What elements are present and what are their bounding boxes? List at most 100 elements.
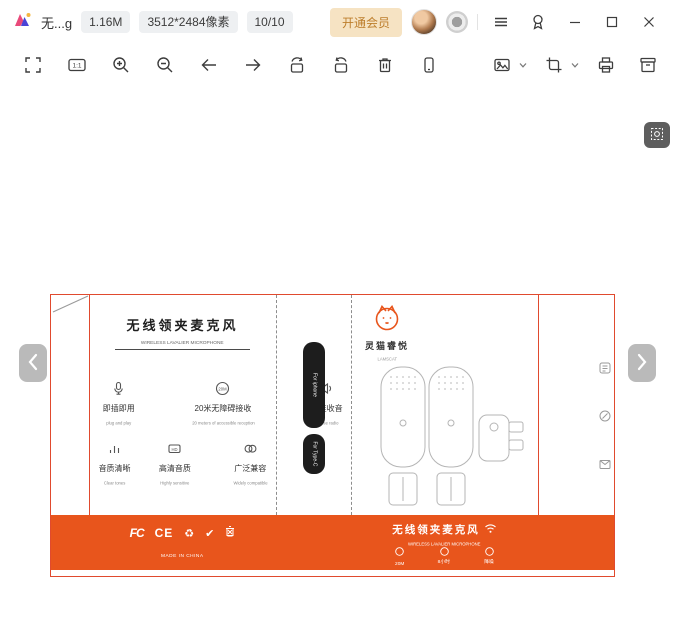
feature-item: 20M 20米无障碍接收 20 meters of accessible rec…: [149, 381, 298, 426]
range-20m-icon: 20M: [215, 381, 230, 401]
front-panel: 无线领夹麦克风 WIRELESS LAVALIER MICROPHONE 即插即…: [89, 295, 343, 515]
phone-transfer-button[interactable]: [414, 48, 444, 82]
fcc-mark: FC: [129, 526, 145, 540]
zoom-in-icon: [111, 55, 131, 75]
one-to-one-icon: 1:1: [67, 55, 87, 75]
crop-dropdown[interactable]: [539, 48, 579, 82]
feature-item: HD 高清音质 Highly sensitive: [140, 441, 209, 486]
microphone-icon: [111, 381, 126, 401]
fullscreen-icon: [23, 55, 43, 75]
prev-image-overlay-button[interactable]: [19, 344, 47, 382]
sound-wave-icon: [107, 441, 122, 461]
spine-label-bottom: For Type-C: [311, 441, 317, 467]
strip-cert-section: FC CE ♻ ✔ MADE IN CHINA: [89, 515, 276, 570]
chevron-right-icon: [636, 353, 648, 374]
badge-circle-icon: [395, 547, 404, 556]
feature-item: 即插即用 plug and play: [89, 381, 149, 426]
open-membership-button[interactable]: 开通会员: [329, 7, 402, 37]
actual-size-button[interactable]: 1:1: [62, 48, 92, 82]
toolbar-right-group: [487, 48, 663, 82]
title-underline: [115, 349, 250, 350]
pin-ribbon-button[interactable]: [524, 8, 552, 36]
badge-item: 20M: [390, 547, 409, 566]
side-cert-icon-2: [567, 409, 643, 423]
close-icon: [642, 15, 656, 29]
recycle-icon: ♻: [184, 527, 195, 540]
title-bar: 无...g 1.16M 3512*2484像素 10/10 开通会员: [0, 0, 675, 44]
compatibility-icon: [243, 441, 258, 461]
wifi-icon: [484, 523, 497, 537]
titlebar-divider: [477, 14, 478, 30]
spine-label-top: For iphone: [311, 373, 317, 397]
file-size-badge: 1.16M: [81, 11, 131, 33]
spine-bar-top: For iphone: [303, 342, 325, 428]
minimize-button[interactable]: [561, 8, 589, 36]
image-edit-icon: [487, 48, 517, 82]
certification-marks: FC CE ♻ ✔: [89, 524, 276, 542]
made-in-label: MADE IN CHINA: [161, 553, 204, 559]
product-title-en: WIRELESS LAVALIER MICROPHONE: [141, 340, 224, 346]
screenshot-icon: [650, 127, 664, 144]
print-button[interactable]: [591, 48, 621, 82]
zoom-in-button[interactable]: [106, 48, 136, 82]
feature-row-2: 音质清晰 Clear tones HD 高清音质 Highly sensitiv…: [89, 441, 276, 486]
ce-mark: CE: [154, 526, 174, 540]
weee-bin-icon: [225, 524, 235, 542]
arrow-right-icon: [243, 55, 263, 75]
svg-text:HD: HD: [172, 447, 178, 452]
badge-item: 8小时: [431, 547, 457, 564]
toolbar: 1:1: [0, 44, 675, 86]
next-image-button[interactable]: [238, 48, 268, 82]
archive-box-icon: [638, 55, 658, 75]
packaging-dieline-image: 无线领夹麦克风 WIRELESS LAVALIER MICROPHONE 即插即…: [50, 294, 615, 577]
grey-circle-icon[interactable]: [446, 11, 468, 33]
zoom-out-icon: [155, 55, 175, 75]
chevron-down-icon: [519, 56, 527, 74]
viewer-canvas: 无线领夹麦克风 WIRELESS LAVALIER MICROPHONE 即插即…: [0, 86, 675, 629]
crop-icon: [539, 48, 569, 82]
rotate-right-icon: [331, 55, 351, 75]
dimensions-badge: 3512*2484像素: [139, 11, 238, 33]
toolbar-left-group: 1:1: [18, 48, 444, 82]
maximize-icon: [605, 15, 619, 29]
ribbon-icon: [529, 13, 547, 31]
maximize-button[interactable]: [598, 8, 626, 36]
minimize-icon: [568, 15, 582, 29]
previous-image-button[interactable]: [194, 48, 224, 82]
badge-circle-icon: [439, 547, 449, 556]
arrow-left-icon: [199, 55, 219, 75]
trash-icon: [375, 55, 395, 75]
feature-item: 音质清晰 Clear tones: [89, 441, 140, 486]
close-button[interactable]: [635, 8, 663, 36]
microphones-illustration: [380, 366, 524, 506]
strip-title-section: 无线领夹麦克风 WIRELESS LAVALIER MICROPHONE 20M: [351, 515, 538, 570]
strip-product-title: 无线领夹麦克风: [351, 522, 538, 537]
user-avatar[interactable]: [411, 9, 437, 35]
delete-button[interactable]: [370, 48, 400, 82]
flap-cut-line: [52, 295, 89, 313]
rotate-right-button[interactable]: [326, 48, 356, 82]
rotate-left-button[interactable]: [282, 48, 312, 82]
svg-text:20M: 20M: [219, 386, 228, 391]
spine-bar-bottom: For Type-C: [303, 434, 325, 474]
hd-quality-icon: HD: [167, 441, 182, 461]
badge-circle-icon: [484, 547, 494, 556]
next-image-overlay-button[interactable]: [628, 344, 656, 382]
chevron-down-icon: [571, 56, 579, 74]
phone-transfer-icon: [419, 55, 439, 75]
rotate-left-icon: [287, 55, 307, 75]
image-counter-badge: 10/10: [246, 11, 293, 33]
image-edit-dropdown[interactable]: [487, 48, 527, 82]
zoom-out-button[interactable]: [150, 48, 180, 82]
screenshot-tool-button[interactable]: [644, 122, 670, 148]
save-archive-button[interactable]: [633, 48, 663, 82]
side-cert-icon-3: [567, 457, 643, 471]
fullscreen-button[interactable]: [18, 48, 48, 82]
hamburger-icon: [493, 14, 509, 30]
strip-feature-badges: 20M 8小时 降噪: [351, 547, 538, 566]
badge-item: 降噪: [479, 547, 499, 564]
feature-item: 广泛兼容 Widely compatible: [210, 441, 291, 486]
chevron-left-icon: [27, 353, 39, 374]
menu-button[interactable]: [487, 8, 515, 36]
feature-row-1: 即插即用 plug and play 20M 20米无障碍接收 20 meter…: [89, 381, 343, 426]
